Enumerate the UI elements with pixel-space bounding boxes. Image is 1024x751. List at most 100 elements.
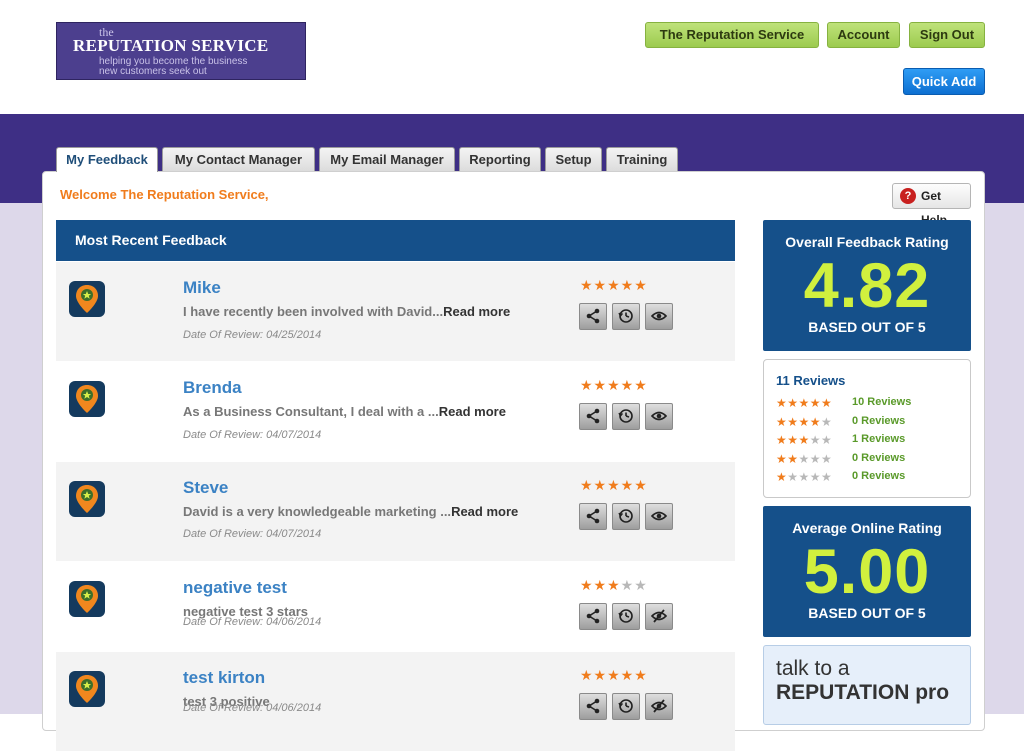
feedback-row: Steve David is a very knowledgeable marke… <box>56 462 735 561</box>
reviewer-name[interactable]: test kirton <box>183 668 265 688</box>
share-button[interactable] <box>579 503 607 530</box>
review-text: David is a very knowledgeable marketing … <box>183 504 452 519</box>
review-text: I have recently been involved with David… <box>183 304 444 319</box>
review-excerpt: I have recently been involved with David… <box>183 304 510 319</box>
reviewer-name[interactable]: Steve <box>183 478 228 498</box>
history-icon <box>618 609 633 623</box>
share-button[interactable] <box>579 403 607 430</box>
review-breakdown-row[interactable]: ★★★★★ 0 Reviews <box>776 452 905 466</box>
star-rating: ★★★★★ <box>580 577 648 593</box>
feedback-row: Mike I have recently been involved with D… <box>56 262 735 361</box>
feedback-row: Brenda As a Business Consultant, I deal w… <box>56 362 735 461</box>
read-more-link[interactable]: Read more <box>439 404 506 419</box>
review-breakdown-row[interactable]: ★★★★★ 0 Reviews <box>776 414 905 429</box>
history-icon <box>618 409 633 423</box>
talk-to-pro-banner[interactable]: talk to a REPUTATION pro <box>763 645 971 725</box>
tab-training[interactable]: Training <box>606 147 678 171</box>
review-count: 1 Reviews <box>852 433 906 445</box>
share-icon <box>586 308 600 324</box>
star-rating: ★★★★★ <box>776 414 833 429</box>
feedback-section-title: Most Recent Feedback <box>56 220 735 261</box>
review-count: 0 Reviews <box>852 451 906 464</box>
review-count: 0 Reviews <box>852 414 906 427</box>
visibility-toggle-button[interactable] <box>645 503 673 530</box>
reviewer-name[interactable]: Mike <box>183 278 221 298</box>
history-button[interactable] <box>612 603 640 630</box>
star-rating: ★★★★★ <box>580 277 648 293</box>
feedback-row: negative test negative test 3 stars Date O… <box>56 562 735 661</box>
tab-my-feedback[interactable]: My Feedback <box>56 147 158 172</box>
tab-my-email-manager[interactable]: My Email Manager <box>319 147 455 171</box>
visibility-toggle-button[interactable] <box>645 403 673 430</box>
review-breakdown-row[interactable]: ★★★★★ 1 Reviews <box>776 433 905 447</box>
review-date: Date Of Review: 04/06/2014 <box>183 702 322 714</box>
location-pin-icon <box>69 671 105 707</box>
review-text: As a Business Consultant, I deal with a … <box>183 404 439 419</box>
online-rating-title: Average Online Rating <box>792 520 942 536</box>
quick-add-button[interactable]: Quick Add <box>903 68 985 95</box>
review-excerpt: As a Business Consultant, I deal with a … <box>183 404 506 419</box>
location-pin-icon <box>69 581 105 617</box>
feedback-row: test kirton test 3 positive Date Of Review… <box>56 652 735 751</box>
history-button[interactable] <box>612 693 640 720</box>
review-date: Date Of Review: 04/25/2014 <box>183 329 322 341</box>
review-breakdown-row[interactable]: ★★★★★ 10 Reviews <box>776 396 911 410</box>
share-button[interactable] <box>579 693 607 720</box>
online-rating-box: Average Online Rating 5.00 BASED OUT OF … <box>763 506 971 637</box>
reviewer-name[interactable]: negative test <box>183 578 287 598</box>
share-icon <box>586 508 600 524</box>
star-rating: ★★★★★ <box>580 377 648 393</box>
online-rating-value: 5.00 <box>803 537 931 607</box>
talk-line-2: REPUTATION pro <box>776 681 950 704</box>
tab-my-contact-manager[interactable]: My Contact Manager <box>162 147 315 171</box>
share-button[interactable] <box>579 603 607 630</box>
logo[interactable]: the REPUTATION SERVICE helping you becom… <box>56 22 306 80</box>
review-excerpt: David is a very knowledgeable marketing … <box>183 504 518 519</box>
star-rating: ★★★★★ <box>776 396 833 410</box>
star-rating: ★★★★★ <box>580 477 648 493</box>
visibility-toggle-button[interactable] <box>645 303 673 330</box>
get-help-button[interactable]: ? Get Help <box>892 183 971 227</box>
history-button[interactable] <box>612 403 640 430</box>
sign-out-button[interactable]: Sign Out <box>909 22 985 48</box>
account-button[interactable]: Account <box>827 22 900 48</box>
share-icon <box>586 698 600 714</box>
review-date: Date Of Review: 04/07/2014 <box>183 429 322 441</box>
reputation-service-button[interactable]: The Reputation Service <box>645 22 819 48</box>
review-breakdown-row[interactable]: ★★★★★ 0 Reviews <box>776 470 905 484</box>
review-count-title[interactable]: 11 Reviews <box>776 373 845 388</box>
overall-rating-box: Overall Feedback Rating 4.82 BASED OUT O… <box>763 220 971 351</box>
tab-setup[interactable]: Setup <box>545 147 602 171</box>
visibility-toggle-button[interactable] <box>645 603 673 630</box>
visibility-toggle-button[interactable] <box>645 693 673 720</box>
share-icon <box>586 608 600 624</box>
history-icon <box>618 699 633 713</box>
review-breakdown-box: 11 Reviews ★★★★★ 10 Reviews ★★★★★ 0 Reviews… <box>763 359 971 498</box>
review-count: 10 Reviews <box>852 396 912 408</box>
welcome-message: Welcome The Reputation Service, <box>60 187 269 202</box>
star-rating: ★★★★★ <box>776 433 833 447</box>
history-button[interactable] <box>612 503 640 530</box>
logo-tagline-2: new customers seek out <box>99 66 207 77</box>
location-pin-icon <box>69 481 105 517</box>
overall-rating-scale: BASED OUT OF 5 <box>808 319 926 335</box>
overall-rating-value: 4.82 <box>803 251 931 321</box>
logo-name: REPUTATION SERVICE <box>73 36 269 55</box>
location-pin-icon <box>69 381 105 417</box>
read-more-link[interactable]: Read more <box>451 504 518 519</box>
share-icon <box>586 408 600 424</box>
star-rating: ★★★★★ <box>776 470 833 484</box>
history-button[interactable] <box>612 303 640 330</box>
review-date: Date Of Review: 04/06/2014 <box>183 616 322 628</box>
tab-reporting[interactable]: Reporting <box>459 147 541 171</box>
review-date: Date Of Review: 04/07/2014 <box>183 528 322 540</box>
star-rating: ★★★★★ <box>580 667 648 683</box>
history-icon <box>618 509 633 523</box>
read-more-link[interactable]: Read more <box>443 304 510 319</box>
share-button[interactable] <box>579 303 607 330</box>
reviewer-name[interactable]: Brenda <box>183 378 242 398</box>
talk-line-1: talk to a <box>776 657 850 680</box>
location-pin-icon <box>69 281 105 317</box>
overall-rating-title: Overall Feedback Rating <box>785 234 949 250</box>
online-rating-scale: BASED OUT OF 5 <box>808 605 926 621</box>
